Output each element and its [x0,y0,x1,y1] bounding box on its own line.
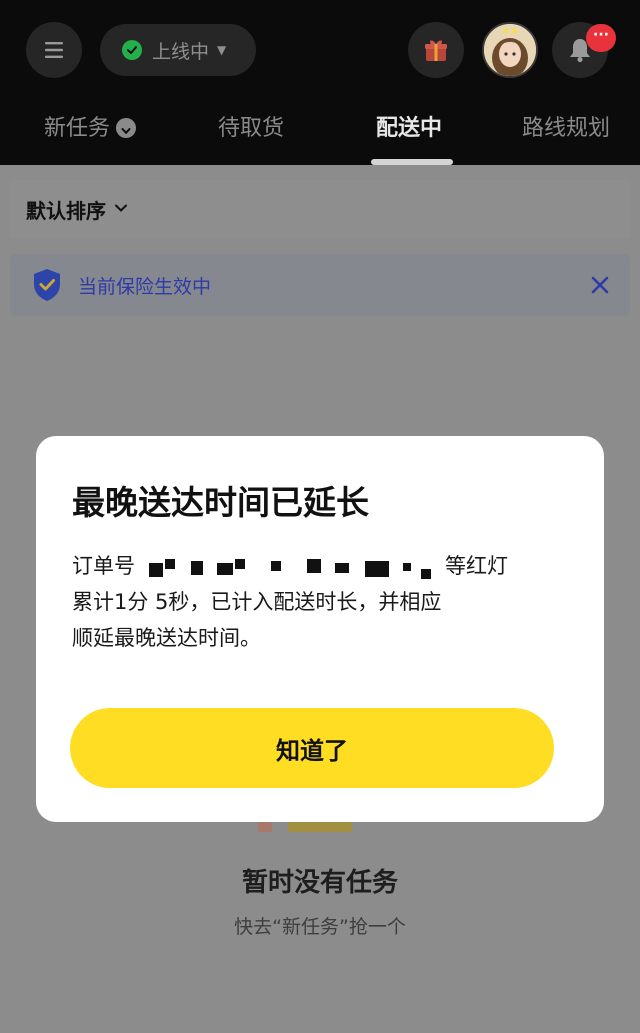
active-tab-indicator [371,159,453,165]
dialog-message: 订单号 等红灯 累计1分 5秒，已计入配送时长，并相应 顺延最晚送达时间。 [72,548,572,656]
message-line-1: 订单号 等红灯 [72,548,572,584]
tab-label: 新任务 [44,116,111,141]
shield-check-icon [34,269,60,301]
sort-label: 默认排序 [26,198,106,223]
gift-icon [425,40,447,61]
tab-new-tasks[interactable]: 新任务 [44,110,137,150]
tab-label: 待取货 [218,116,285,141]
gift-button[interactable] [408,22,464,78]
tab-route-planning[interactable]: 路线规划 [522,110,610,150]
sort-dropdown[interactable]: 默认排序 [10,180,630,238]
top-bar: 上线中 ▼ ··· [0,0,640,100]
message-line-3: 顺延最晚送达时间。 [72,626,261,650]
online-status-toggle[interactable]: 上线中 ▼ [100,24,256,76]
tab-label: 路线规划 [522,116,611,141]
empty-state-subtitle: 快去“新任务”抢一个 [234,916,406,938]
order-number-prefix: 订单号 [72,554,135,578]
check-icon [122,40,142,60]
chevron-down-icon: ▼ [217,43,227,57]
tab-label: 配送中 [376,116,443,141]
deadline-extended-dialog: 最晚送达时间已延长 订单号 等红灯 累计1分 5秒，已计入配送时长，并相应 顺延… [36,436,604,822]
app-header: 上线中 ▼ ··· 新任务 待取货 配送中 路线规划 [0,0,640,165]
empty-state-title: 暂时没有任务 [241,868,398,898]
avatar[interactable] [482,22,538,78]
chevron-down-icon [114,201,128,217]
status-label: 上线中 [152,40,210,63]
acknowledge-button[interactable]: 知道了 [70,708,554,788]
task-tabs: 新任务 待取货 配送中 路线规划 [0,100,640,165]
message-line-2: 累计1分 5秒，已计入配送时长，并相应 [72,590,442,614]
insurance-banner: 当前保险生效中 [10,254,630,316]
tab-awaiting-pickup[interactable]: 待取货 [218,110,284,150]
dialog-title: 最晚送达时间已延长 [72,483,369,522]
tab-delivering[interactable]: 配送中 [376,110,442,150]
menu-button[interactable] [26,22,82,78]
close-icon[interactable] [588,273,612,297]
insurance-text: 当前保险生效中 [78,275,212,298]
menu-icon [45,42,63,58]
redacted-order-number [135,555,445,579]
notification-badge: ··· [586,24,616,52]
message-line-1-suffix: 等红灯 [445,554,508,578]
chevron-down-icon [116,118,137,138]
